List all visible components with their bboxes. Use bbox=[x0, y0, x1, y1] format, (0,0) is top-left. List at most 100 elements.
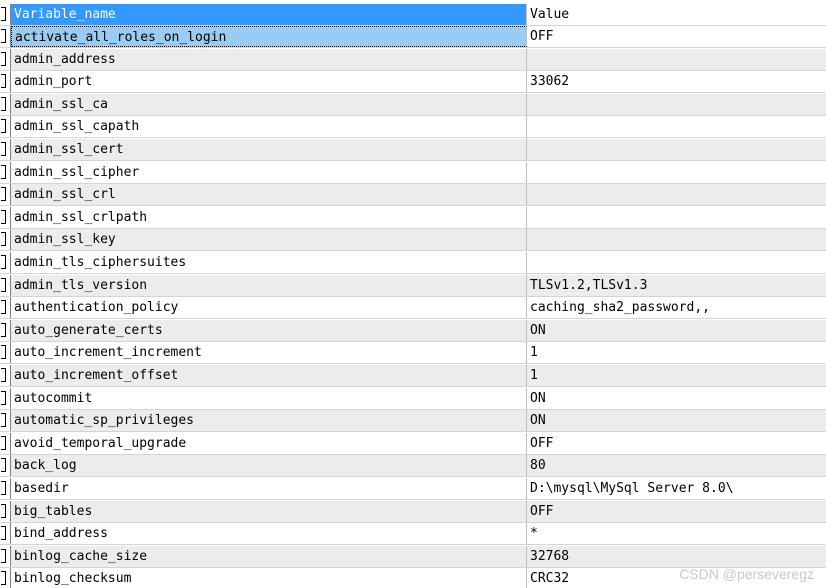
table-row[interactable]: admin_port 33062 bbox=[0, 71, 826, 93]
value-cell[interactable]: 32768 bbox=[527, 546, 826, 567]
table-row[interactable]: automatic_sp_privileges ON bbox=[0, 410, 826, 432]
row-marker[interactable] bbox=[0, 116, 11, 137]
table-row[interactable]: auto_generate_certs ON bbox=[0, 320, 826, 342]
row-marker[interactable] bbox=[0, 275, 11, 296]
value-cell[interactable]: 33062 bbox=[527, 71, 826, 92]
row-marker[interactable] bbox=[0, 94, 11, 115]
table-row[interactable]: auto_increment_increment 1 bbox=[0, 342, 826, 364]
row-marker[interactable] bbox=[0, 523, 11, 544]
row-marker[interactable] bbox=[0, 568, 11, 588]
value-cell[interactable] bbox=[527, 139, 826, 160]
value-cell[interactable]: caching_sha2_password,, bbox=[527, 297, 826, 318]
table-row[interactable]: basedir D:\mysql\MySql Server 8.0\ bbox=[0, 478, 826, 500]
row-marker[interactable] bbox=[0, 455, 11, 476]
variable-name-cell[interactable]: basedir bbox=[11, 478, 527, 499]
table-row[interactable]: admin_ssl_cert bbox=[0, 139, 826, 161]
variable-name-cell[interactable]: admin_address bbox=[11, 49, 527, 70]
row-marker[interactable] bbox=[0, 4, 11, 25]
table-row[interactable]: big_tables OFF bbox=[0, 501, 826, 523]
value-cell[interactable]: 1 bbox=[527, 365, 826, 386]
variable-name-cell[interactable]: binlog_checksum bbox=[11, 568, 527, 588]
table-row[interactable]: admin_address bbox=[0, 49, 826, 71]
row-marker[interactable] bbox=[0, 49, 11, 70]
variable-name-cell[interactable]: admin_ssl_crlpath bbox=[11, 207, 527, 228]
value-cell[interactable]: OFF bbox=[527, 433, 826, 454]
value-cell[interactable]: OFF bbox=[527, 501, 826, 522]
variable-name-cell[interactable]: big_tables bbox=[11, 501, 527, 522]
table-row[interactable]: binlog_cache_size 32768 bbox=[0, 546, 826, 568]
variable-name-cell[interactable]: avoid_temporal_upgrade bbox=[11, 433, 527, 454]
variable-name-cell[interactable]: authentication_policy bbox=[11, 297, 527, 318]
row-marker[interactable] bbox=[0, 410, 11, 431]
column-header-variable-name[interactable]: Variable_name bbox=[11, 4, 527, 25]
value-cell[interactable]: D:\mysql\MySql Server 8.0\ bbox=[527, 478, 826, 499]
value-cell[interactable] bbox=[527, 162, 826, 183]
row-marker[interactable] bbox=[0, 207, 11, 228]
table-row[interactable]: autocommit ON bbox=[0, 388, 826, 410]
table-row[interactable]: bind_address * bbox=[0, 523, 826, 545]
variable-name-cell[interactable]: admin_ssl_key bbox=[11, 229, 527, 250]
value-cell[interactable] bbox=[527, 94, 826, 115]
row-marker[interactable] bbox=[0, 433, 11, 454]
variable-name-cell[interactable]: back_log bbox=[11, 455, 527, 476]
variable-name-cell[interactable]: admin_ssl_cipher bbox=[11, 162, 527, 183]
row-marker[interactable] bbox=[0, 388, 11, 409]
table-row[interactable]: activate_all_roles_on_login OFF bbox=[0, 26, 826, 48]
table-row[interactable]: admin_ssl_ca bbox=[0, 94, 826, 116]
variable-name-cell[interactable]: admin_ssl_cert bbox=[11, 139, 527, 160]
variable-name-cell[interactable]: auto_increment_increment bbox=[11, 342, 527, 363]
result-grid[interactable]: Variable_name Value activate_all_roles_o… bbox=[0, 0, 826, 588]
table-row[interactable]: admin_ssl_crlpath bbox=[0, 207, 826, 229]
row-marker[interactable] bbox=[0, 71, 11, 92]
row-marker[interactable] bbox=[0, 478, 11, 499]
value-cell[interactable]: ON bbox=[527, 320, 826, 341]
row-marker[interactable] bbox=[0, 26, 11, 47]
variable-name-cell[interactable]: auto_increment_offset bbox=[11, 365, 527, 386]
row-marker[interactable] bbox=[0, 320, 11, 341]
row-marker[interactable] bbox=[0, 546, 11, 567]
value-cell[interactable] bbox=[527, 252, 826, 273]
value-cell[interactable] bbox=[527, 184, 826, 205]
table-row[interactable]: admin_ssl_capath bbox=[0, 116, 826, 138]
variable-name-cell[interactable]: admin_ssl_capath bbox=[11, 116, 527, 137]
table-row[interactable]: admin_ssl_cipher bbox=[0, 162, 826, 184]
variable-name-cell[interactable]: admin_port bbox=[11, 71, 527, 92]
variable-name-cell[interactable]: admin_tls_ciphersuites bbox=[11, 252, 527, 273]
value-cell[interactable]: ON bbox=[527, 388, 826, 409]
table-row[interactable]: authentication_policy caching_sha2_passwo… bbox=[0, 297, 826, 319]
column-header-value[interactable]: Value bbox=[527, 4, 826, 25]
variable-name-cell[interactable]: admin_ssl_crl bbox=[11, 184, 527, 205]
row-marker[interactable] bbox=[0, 342, 11, 363]
value-cell[interactable]: TLSv1.2,TLSv1.3 bbox=[527, 275, 826, 296]
variable-name-cell[interactable]: automatic_sp_privileges bbox=[11, 410, 527, 431]
table-row[interactable]: avoid_temporal_upgrade OFF bbox=[0, 433, 826, 455]
variable-name-cell[interactable]: auto_generate_certs bbox=[11, 320, 527, 341]
value-cell[interactable]: * bbox=[527, 523, 826, 544]
variable-name-cell[interactable]: binlog_cache_size bbox=[11, 546, 527, 567]
table-row[interactable]: admin_ssl_key bbox=[0, 229, 826, 251]
row-marker[interactable] bbox=[0, 139, 11, 160]
row-marker[interactable] bbox=[0, 297, 11, 318]
value-cell[interactable] bbox=[527, 116, 826, 137]
table-row[interactable]: admin_tls_version TLSv1.2,TLSv1.3 bbox=[0, 275, 826, 297]
value-cell[interactable]: 1 bbox=[527, 342, 826, 363]
value-cell[interactable] bbox=[527, 49, 826, 70]
row-marker[interactable] bbox=[0, 229, 11, 250]
value-cell[interactable]: ON bbox=[527, 410, 826, 431]
row-marker[interactable] bbox=[0, 501, 11, 522]
value-cell[interactable]: 80 bbox=[527, 455, 826, 476]
value-cell[interactable]: OFF bbox=[527, 26, 826, 47]
variable-name-cell[interactable]: admin_tls_version bbox=[11, 275, 527, 296]
row-marker[interactable] bbox=[0, 162, 11, 183]
variable-name-cell[interactable]: autocommit bbox=[11, 388, 527, 409]
table-row[interactable]: admin_ssl_crl bbox=[0, 184, 826, 206]
variable-name-cell[interactable]: admin_ssl_ca bbox=[11, 94, 527, 115]
table-row[interactable]: back_log 80 bbox=[0, 455, 826, 477]
variable-name-cell[interactable]: bind_address bbox=[11, 523, 527, 544]
row-marker[interactable] bbox=[0, 252, 11, 273]
variable-name-cell[interactable]: activate_all_roles_on_login bbox=[11, 26, 527, 47]
table-row[interactable]: auto_increment_offset 1 bbox=[0, 365, 826, 387]
row-marker[interactable] bbox=[0, 365, 11, 386]
table-row[interactable]: admin_tls_ciphersuites bbox=[0, 252, 826, 274]
value-cell[interactable] bbox=[527, 207, 826, 228]
